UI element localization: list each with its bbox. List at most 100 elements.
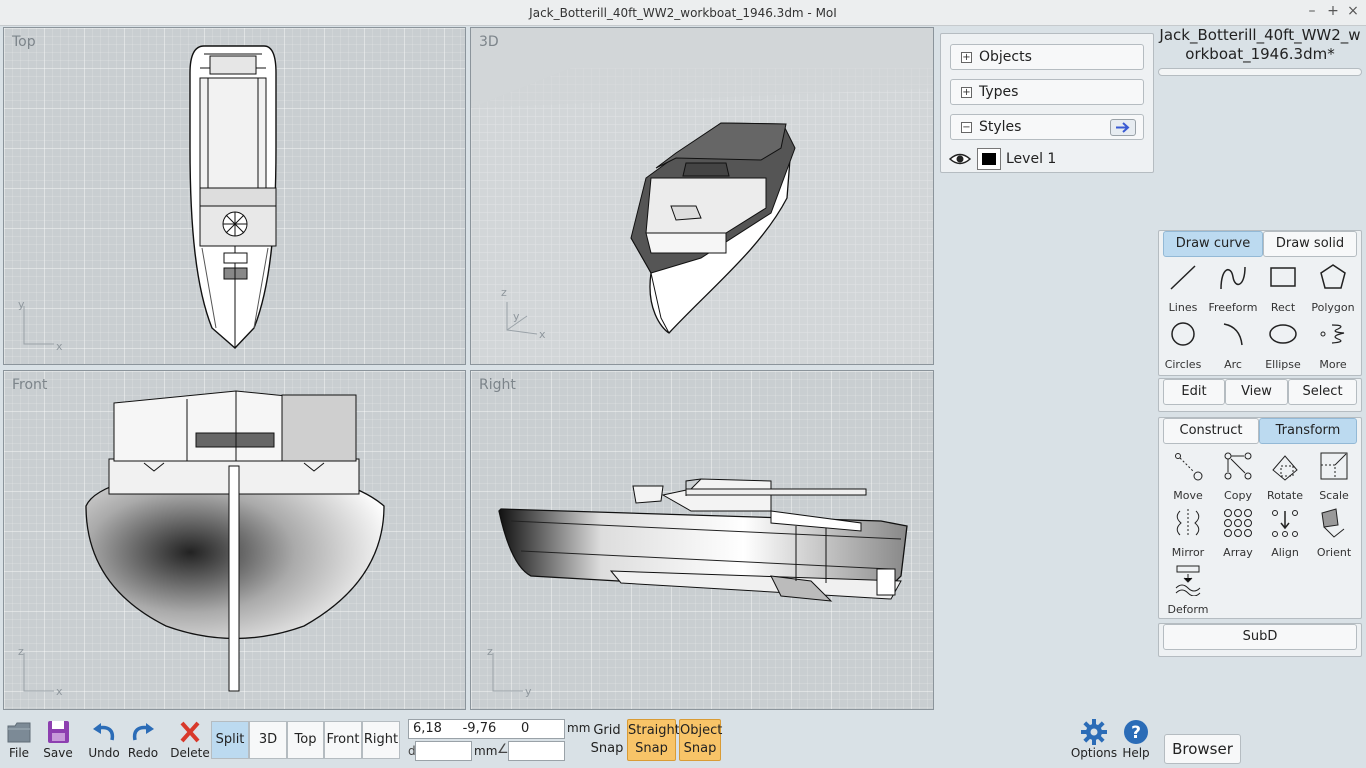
undo-icon <box>93 723 115 741</box>
line-icon <box>1170 265 1196 290</box>
style-row[interactable]: Level 1 <box>941 145 1153 173</box>
viewport-front[interactable]: Front z x <box>3 370 466 710</box>
help-button[interactable]: ? Help <box>1120 718 1152 760</box>
align-tool[interactable]: Align <box>1260 505 1310 561</box>
help-icon: ? <box>1124 720 1148 744</box>
subd-button[interactable]: SubD <box>1163 624 1357 650</box>
styles-section[interactable]: − Styles <box>950 114 1144 140</box>
options-button[interactable]: Options <box>1070 718 1118 760</box>
axis-x: x <box>56 340 63 353</box>
viewport-3d[interactable]: 3D z y x <box>470 27 934 365</box>
maximize-button[interactable]: + <box>1324 3 1342 19</box>
copy-tool[interactable]: Copy <box>1213 448 1263 504</box>
view-top-button[interactable]: Top <box>287 721 324 759</box>
delete-button[interactable]: Delete <box>170 718 210 760</box>
object-snap-button[interactable]: Object Snap <box>679 719 722 761</box>
distance-input[interactable] <box>415 741 472 761</box>
freeform-icon <box>1220 266 1246 290</box>
objects-label: Objects <box>979 49 1032 65</box>
types-section[interactable]: + Types <box>950 79 1144 105</box>
tab-draw-curve[interactable]: Draw curve <box>1163 231 1263 257</box>
axis-x: x <box>539 328 546 341</box>
rect-icon <box>1270 267 1296 287</box>
window-title: Jack_Botterill_40ft_WW2_workboat_1946.3d… <box>529 6 837 20</box>
orient-icon <box>1321 508 1345 538</box>
view-right-button[interactable]: Right <box>362 721 400 759</box>
gear-icon <box>1081 719 1107 745</box>
close-button[interactable]: × <box>1344 3 1362 19</box>
viewport-label: Right <box>479 377 516 393</box>
straight-snap-button[interactable]: Straight Snap <box>627 719 680 761</box>
objects-section[interactable]: + Objects <box>950 44 1144 70</box>
coordinate-input[interactable]: 6,18 -9,76 0 <box>408 719 565 739</box>
delete-icon <box>180 721 200 743</box>
array-tool[interactable]: Array <box>1213 505 1263 561</box>
ellipse-tool[interactable]: Ellipse <box>1258 317 1308 373</box>
redo-icon <box>132 723 154 741</box>
axis-y: y <box>525 685 532 698</box>
rotate-icon <box>1272 455 1298 481</box>
save-icon <box>48 721 69 743</box>
viewport-top[interactable]: Top y x <box>3 27 466 365</box>
freeform-tool[interactable]: Freeform <box>1208 260 1258 316</box>
viewport-label: 3D <box>479 34 499 50</box>
title-bar: Jack_Botterill_40ft_WW2_workboat_1946.3d… <box>0 0 1366 26</box>
file-button[interactable]: File <box>4 718 34 760</box>
tab-draw-solid[interactable]: Draw solid <box>1263 231 1357 257</box>
level-name: Level 1 <box>1006 151 1057 167</box>
grid-snap-button[interactable]: Grid Snap <box>590 722 624 758</box>
rotate-tool[interactable]: Rotate <box>1260 448 1310 504</box>
progress-bar <box>1158 68 1362 76</box>
mirror-icon <box>1176 509 1200 537</box>
view-split-button[interactable]: Split <box>211 721 249 759</box>
tab-view[interactable]: View <box>1225 379 1288 405</box>
axis-z: z <box>18 645 24 658</box>
more-tool[interactable]: More <box>1308 317 1358 373</box>
axis-y: y <box>513 310 520 323</box>
move-tool[interactable]: Move <box>1163 448 1213 504</box>
eye-icon[interactable] <box>949 151 971 167</box>
browser-button[interactable]: Browser <box>1164 734 1241 764</box>
redo-button[interactable]: Redo <box>127 718 159 760</box>
minimize-button[interactable]: – <box>1303 3 1321 19</box>
angle-input[interactable] <box>508 741 565 761</box>
undo-button[interactable]: Undo <box>88 718 120 760</box>
copy-icon <box>1224 452 1252 480</box>
arrow-right-icon <box>1116 122 1130 133</box>
collapse-icon: − <box>961 122 972 133</box>
distance-unit: mm <box>474 744 498 758</box>
axis-z: z <box>487 645 493 658</box>
lines-tool[interactable]: Lines <box>1158 260 1208 316</box>
style-color-swatch[interactable] <box>977 148 1001 170</box>
helix-icon <box>1320 324 1345 344</box>
polygon-tool[interactable]: Polygon <box>1308 260 1358 316</box>
tab-construct[interactable]: Construct <box>1163 418 1259 444</box>
axis-x: x <box>56 685 63 698</box>
viewport-label: Front <box>12 377 48 393</box>
circle-icon <box>1171 322 1195 346</box>
view-3d-button[interactable]: 3D <box>249 721 287 759</box>
viewport-label: Top <box>12 34 36 50</box>
file-name: Jack_Botterill_40ft_WW2_workboat_1946.3d… <box>1159 26 1361 63</box>
view-front-button[interactable]: Front <box>324 721 362 759</box>
rect-tool[interactable]: Rect <box>1258 260 1308 316</box>
styles-edit-button[interactable] <box>1110 119 1136 136</box>
arc-tool[interactable]: Arc <box>1208 317 1258 373</box>
angle-icon: ∠ <box>497 742 509 757</box>
types-label: Types <box>979 84 1019 100</box>
axis-y: y <box>18 298 25 311</box>
ellipse-icon <box>1269 324 1297 344</box>
deform-tool[interactable]: Deform <box>1163 562 1213 618</box>
orient-tool[interactable]: Orient <box>1309 505 1359 561</box>
mirror-tool[interactable]: Mirror <box>1163 505 1213 561</box>
circles-tool[interactable]: Circles <box>1158 317 1208 373</box>
tab-select[interactable]: Select <box>1288 379 1357 405</box>
save-button[interactable]: Save <box>42 718 74 760</box>
scale-tool[interactable]: Scale <box>1309 448 1359 504</box>
arc-icon <box>1223 323 1243 346</box>
styles-label: Styles <box>979 119 1022 135</box>
folder-icon <box>7 722 31 743</box>
tab-transform[interactable]: Transform <box>1259 418 1357 444</box>
tab-edit[interactable]: Edit <box>1163 379 1225 405</box>
viewport-right[interactable]: Right z y <box>470 370 934 710</box>
